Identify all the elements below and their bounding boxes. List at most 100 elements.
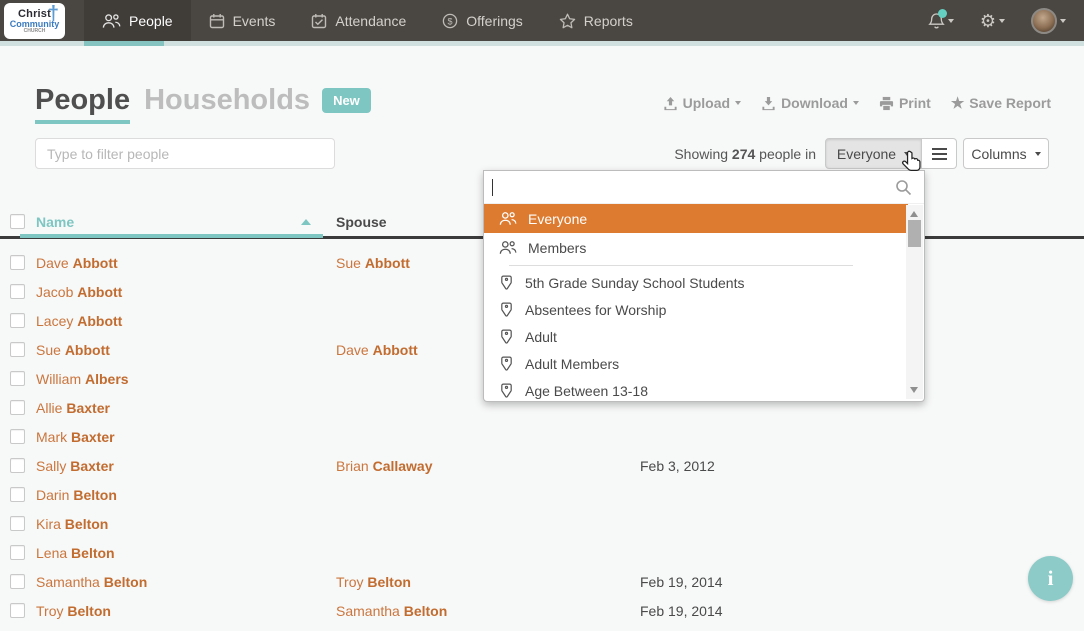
dropdown-item-members[interactable]: Members	[484, 233, 908, 262]
printer-icon	[879, 96, 894, 111]
star-icon	[559, 13, 576, 29]
upload-button[interactable]: Upload	[663, 95, 741, 111]
church-logo[interactable]: † Christ Community CHURCH	[4, 3, 65, 39]
sort-asc-icon	[301, 219, 311, 225]
scroll-down-icon[interactable]	[910, 387, 918, 393]
scroll-up-icon[interactable]	[910, 211, 918, 217]
row-checkbox[interactable]	[10, 458, 25, 473]
spouse-name-link[interactable]: Sue Abbott	[336, 255, 410, 271]
row-checkbox[interactable]	[10, 313, 25, 328]
person-name-link[interactable]: Lena Belton	[36, 545, 115, 561]
account-menu[interactable]	[1031, 8, 1066, 34]
row-checkbox[interactable]	[10, 574, 25, 589]
notifications-menu[interactable]	[928, 12, 954, 30]
scrollbar-thumb[interactable]	[908, 220, 921, 247]
select-all-checkbox[interactable]	[10, 214, 25, 229]
spouse-name-link[interactable]: Dave Abbott	[336, 342, 418, 358]
person-name-link[interactable]: Sue Abbott	[36, 342, 110, 358]
row-checkbox[interactable]	[10, 487, 25, 502]
person-name-link[interactable]: Dave Abbott	[36, 255, 118, 271]
row-checkbox[interactable]	[10, 342, 25, 357]
dropdown-tag-item[interactable]: 5th Grade Sunday School Students	[484, 269, 908, 296]
dropdown-tag-label: Adult	[525, 329, 557, 345]
toolbar-right: Showing 274 people in Everyone Columns	[674, 138, 1049, 169]
column-header-spouse[interactable]: Spouse	[336, 214, 387, 230]
report-actions: Upload Download Print ★ Save Report	[663, 95, 1051, 111]
dropdown-divider	[509, 265, 853, 266]
tab-people[interactable]: People	[84, 0, 191, 41]
dropdown-item-everyone[interactable]: Everyone	[484, 204, 908, 233]
person-name-link[interactable]: Darin Belton	[36, 487, 117, 503]
row-checkbox[interactable]	[10, 603, 25, 618]
tab-events[interactable]: Events	[191, 0, 294, 41]
dropdown-scrollbar[interactable]	[906, 205, 923, 399]
row-checkbox[interactable]	[10, 400, 25, 415]
columns-label: Columns	[971, 146, 1026, 162]
showing-prefix: Showing	[674, 146, 728, 162]
sorted-column-underline	[20, 234, 323, 238]
dropdown-tag-item[interactable]: Absentees for Worship	[484, 296, 908, 323]
person-name-link[interactable]: Samantha Belton	[36, 574, 147, 590]
spouse-name-link[interactable]: Troy Belton	[336, 574, 411, 590]
person-name-link[interactable]: Lacey Abbott	[36, 313, 122, 329]
save-report-label: Save Report	[969, 95, 1051, 111]
avatar	[1031, 8, 1057, 34]
download-icon	[761, 96, 776, 111]
person-name-link[interactable]: Troy Belton	[36, 603, 111, 619]
person-name-link[interactable]: Kira Belton	[36, 516, 108, 532]
tab-events-label: Events	[233, 13, 276, 29]
info-icon: i	[1048, 566, 1054, 591]
column-header-name[interactable]: Name	[36, 214, 74, 230]
row-checkbox[interactable]	[10, 545, 25, 560]
active-tab-indicator	[84, 41, 164, 46]
person-name-link[interactable]: Allie Baxter	[36, 400, 110, 416]
table-row: Kira Belton	[0, 511, 1084, 540]
tab-people-label: People	[129, 13, 173, 29]
settings-menu[interactable]: ⚙	[980, 12, 1005, 30]
tag-items-container: 5th Grade Sunday School Students Absente…	[484, 269, 908, 404]
tab-attendance[interactable]: Attendance	[293, 0, 424, 41]
gear-icon: ⚙	[980, 12, 996, 30]
tab-offerings[interactable]: $ Offerings	[424, 0, 541, 41]
dropdown-tag-item[interactable]: Age Between 13-18	[484, 377, 908, 404]
dropdown-tag-label: 5th Grade Sunday School Students	[525, 275, 744, 291]
date-cell: Feb 19, 2014	[640, 603, 723, 619]
columns-button[interactable]: Columns	[963, 138, 1049, 169]
everyone-filter-button[interactable]: Everyone	[825, 138, 922, 169]
navbar-right-controls: ⚙	[928, 0, 1066, 41]
list-options-button[interactable]	[922, 138, 957, 169]
chevron-down-icon	[948, 19, 954, 23]
page-title: People	[35, 84, 130, 124]
person-name-link[interactable]: William Albers	[36, 371, 129, 387]
save-report-button[interactable]: ★ Save Report	[951, 95, 1051, 111]
date-cell: Feb 3, 2012	[640, 458, 715, 474]
nav-underline-strip	[0, 41, 1084, 46]
tag-filter-dropdown: Everyone Members 5th Grade Sunday School…	[483, 170, 925, 402]
dropdown-tag-item[interactable]: Adult	[484, 323, 908, 350]
print-button[interactable]: Print	[879, 95, 931, 111]
row-checkbox[interactable]	[10, 429, 25, 444]
people-icon	[499, 211, 517, 226]
filter-people-input[interactable]	[35, 138, 335, 169]
row-checkbox[interactable]	[10, 516, 25, 531]
person-name-link[interactable]: Sally Baxter	[36, 458, 114, 474]
spouse-name-link[interactable]: Samantha Belton	[336, 603, 447, 619]
chevron-down-icon	[999, 19, 1005, 23]
households-link[interactable]: Households	[144, 84, 310, 117]
tab-reports-label: Reports	[584, 13, 633, 29]
tab-reports[interactable]: Reports	[541, 0, 651, 41]
dropdown-search-row[interactable]	[484, 171, 924, 204]
row-checkbox[interactable]	[10, 371, 25, 386]
logo-text-1: Christ	[18, 9, 51, 20]
person-name-link[interactable]: Mark Baxter	[36, 429, 115, 445]
download-button[interactable]: Download	[761, 95, 859, 111]
upload-label: Upload	[683, 95, 730, 111]
dropdown-tag-item[interactable]: Adult Members	[484, 350, 908, 377]
tab-attendance-label: Attendance	[335, 13, 406, 29]
row-checkbox[interactable]	[10, 284, 25, 299]
new-badge[interactable]: New	[322, 88, 371, 113]
spouse-name-link[interactable]: Brian Callaway	[336, 458, 433, 474]
row-checkbox[interactable]	[10, 255, 25, 270]
help-info-button[interactable]: i	[1028, 556, 1073, 601]
person-name-link[interactable]: Jacob Abbott	[36, 284, 122, 300]
